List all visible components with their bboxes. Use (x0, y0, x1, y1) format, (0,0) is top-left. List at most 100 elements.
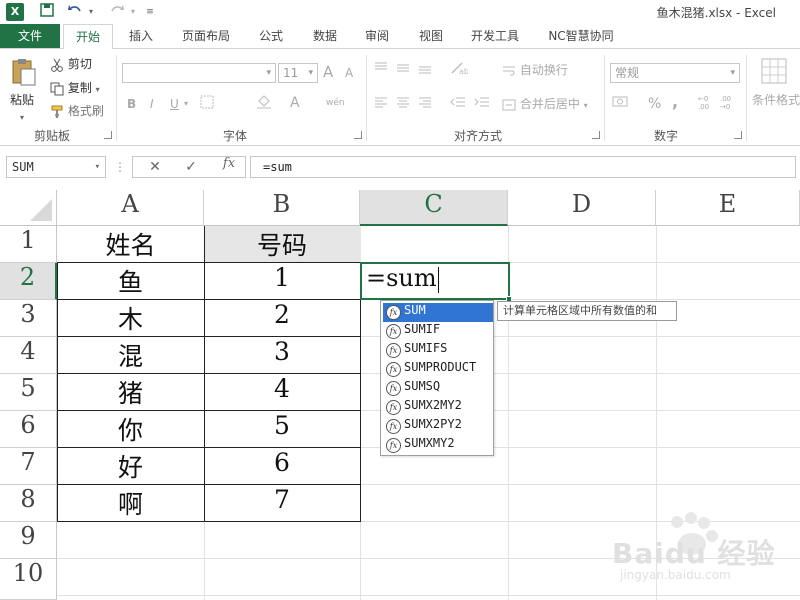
align-center-icon[interactable] (396, 95, 410, 114)
tab-formulas[interactable]: 公式 (250, 24, 292, 48)
cell-a1[interactable]: 姓名 (57, 226, 204, 263)
autocomplete-item-sumx2my2[interactable]: fx SUMX2MY2 (383, 398, 493, 417)
align-right-icon[interactable] (418, 95, 432, 114)
row-header-3[interactable]: 3 (0, 300, 57, 337)
copy-button[interactable]: 复制 ▾ (50, 79, 100, 99)
column-header-d[interactable]: D (508, 190, 656, 226)
font-launcher-icon[interactable] (354, 131, 362, 139)
tab-review[interactable]: 审阅 (356, 24, 398, 48)
autocomplete-item-sumxmy2[interactable]: fx SUMXMY2 (383, 436, 493, 455)
cut-button[interactable]: 剪切 (50, 55, 92, 73)
borders-icon[interactable] (200, 95, 214, 114)
cell-b3[interactable]: 2 (204, 300, 360, 337)
italic-button[interactable]: I (150, 95, 154, 113)
row-header-9[interactable]: 9 (0, 522, 57, 559)
redo-dropdown-icon[interactable]: ▾ (128, 3, 138, 21)
active-cell-editor[interactable]: =sum (366, 264, 439, 298)
autocomplete-item-sumproduct[interactable]: fx SUMPRODUCT (383, 360, 493, 379)
formula-input[interactable]: =sum (250, 156, 796, 178)
paste-dropdown-icon[interactable]: ▾ (20, 109, 24, 127)
conditional-formatting-label[interactable]: 条件格式 (752, 91, 800, 109)
cell-b4[interactable]: 3 (204, 337, 360, 374)
align-top-icon[interactable] (374, 61, 388, 80)
phonetic-button[interactable]: wén (326, 94, 345, 112)
comma-style-button[interactable]: , (672, 93, 678, 111)
row-header-5[interactable]: 5 (0, 374, 57, 411)
font-name-combo[interactable]: ▾ (122, 63, 276, 83)
cell-a6[interactable]: 你 (57, 411, 204, 448)
customize-icon[interactable]: ≡ (144, 3, 156, 21)
cell-b5[interactable]: 4 (204, 374, 360, 411)
percent-style-button[interactable]: % (648, 95, 661, 113)
cell-a8[interactable]: 啊 (57, 485, 204, 522)
row-header-7[interactable]: 7 (0, 448, 57, 485)
align-left-icon[interactable] (374, 95, 388, 114)
underline-button[interactable]: U (170, 95, 179, 113)
column-header-b[interactable]: B (204, 190, 360, 226)
autocomplete-item-sumifs[interactable]: fx SUMIFS (383, 341, 493, 360)
select-all-button[interactable] (0, 190, 57, 226)
cell-a2[interactable]: 鱼 (57, 263, 204, 300)
formula-bar-splitter-icon[interactable]: ⋮ (114, 156, 126, 178)
alignment-launcher-icon[interactable] (592, 131, 600, 139)
merge-center-button[interactable]: 合并后居中 ▾ (502, 95, 588, 115)
redo-icon[interactable] (108, 3, 126, 21)
font-color-icon[interactable]: A (290, 94, 300, 112)
tab-view[interactable]: 视图 (410, 24, 452, 48)
undo-icon[interactable] (66, 3, 84, 21)
row-header-6[interactable]: 6 (0, 411, 57, 448)
autocomplete-item-sumsq[interactable]: fx SUMSQ (383, 379, 493, 398)
cell-b8[interactable]: 7 (204, 485, 360, 522)
cancel-icon[interactable]: ✕ (144, 156, 166, 178)
tab-home[interactable]: 开始 (63, 24, 113, 49)
paste-label[interactable]: 粘贴 (10, 91, 34, 109)
cell-a5[interactable]: 猪 (57, 374, 204, 411)
merge-dropdown-icon[interactable]: ▾ (584, 101, 588, 110)
column-header-a[interactable]: A (57, 190, 204, 226)
enter-icon[interactable]: ✓ (180, 156, 202, 178)
format-painter-button[interactable]: 格式刷 (50, 102, 104, 120)
row-header-4[interactable]: 4 (0, 337, 57, 374)
cell-b7[interactable]: 6 (204, 448, 360, 485)
conditional-formatting-icon[interactable] (760, 57, 788, 90)
copy-dropdown-icon[interactable]: ▾ (96, 85, 100, 94)
clipboard-launcher-icon[interactable] (104, 131, 112, 139)
accounting-format-icon[interactable] (612, 95, 632, 114)
align-bottom-icon[interactable] (418, 61, 432, 80)
name-box[interactable]: SUM ▾ (6, 156, 106, 178)
tab-developer[interactable]: 开发工具 (464, 24, 526, 48)
tab-nc-collaboration[interactable]: NC智慧协同 (540, 24, 622, 48)
insert-function-button[interactable]: fx (216, 156, 242, 178)
cell-b2[interactable]: 1 (204, 263, 360, 300)
column-header-e[interactable]: E (656, 190, 800, 226)
tab-insert[interactable]: 插入 (120, 24, 162, 48)
row-header-8[interactable]: 8 (0, 485, 57, 522)
undo-dropdown-icon[interactable]: ▾ (86, 3, 96, 21)
autocomplete-item-sumx2py2[interactable]: fx SUMX2PY2 (383, 417, 493, 436)
autocomplete-item-sum[interactable]: fx SUM (383, 303, 493, 322)
active-cell-c2[interactable]: =sum (360, 262, 512, 302)
save-icon[interactable] (38, 3, 56, 21)
autocomplete-item-sumif[interactable]: fx SUMIF (383, 322, 493, 341)
shrink-font-button[interactable]: A (345, 64, 353, 82)
row-header-2[interactable]: 2 (0, 263, 57, 300)
orientation-icon[interactable]: ab (450, 61, 469, 80)
cell-b1[interactable]: 号码 (204, 226, 360, 263)
decrease-indent-icon[interactable] (450, 95, 466, 114)
increase-decimal-button[interactable]: ←0.00 (698, 95, 709, 111)
number-launcher-icon[interactable] (734, 131, 742, 139)
tab-file[interactable]: 文件 (0, 24, 60, 48)
increase-indent-icon[interactable] (474, 95, 490, 114)
grow-font-button[interactable]: A (323, 63, 333, 81)
cell-b6[interactable]: 5 (204, 411, 360, 448)
column-header-c[interactable]: C (360, 190, 508, 226)
cell-a7[interactable]: 好 (57, 448, 204, 485)
bold-button[interactable]: B (127, 95, 136, 113)
underline-dropdown-icon[interactable]: ▾ (184, 95, 188, 113)
cell-a3[interactable]: 木 (57, 300, 204, 337)
cell-a4[interactable]: 混 (57, 337, 204, 374)
tab-page-layout[interactable]: 页面布局 (176, 24, 236, 48)
align-middle-icon[interactable] (396, 61, 410, 80)
row-header-10[interactable]: 10 (0, 559, 57, 600)
decrease-decimal-button[interactable]: .00 →0 (720, 95, 731, 111)
